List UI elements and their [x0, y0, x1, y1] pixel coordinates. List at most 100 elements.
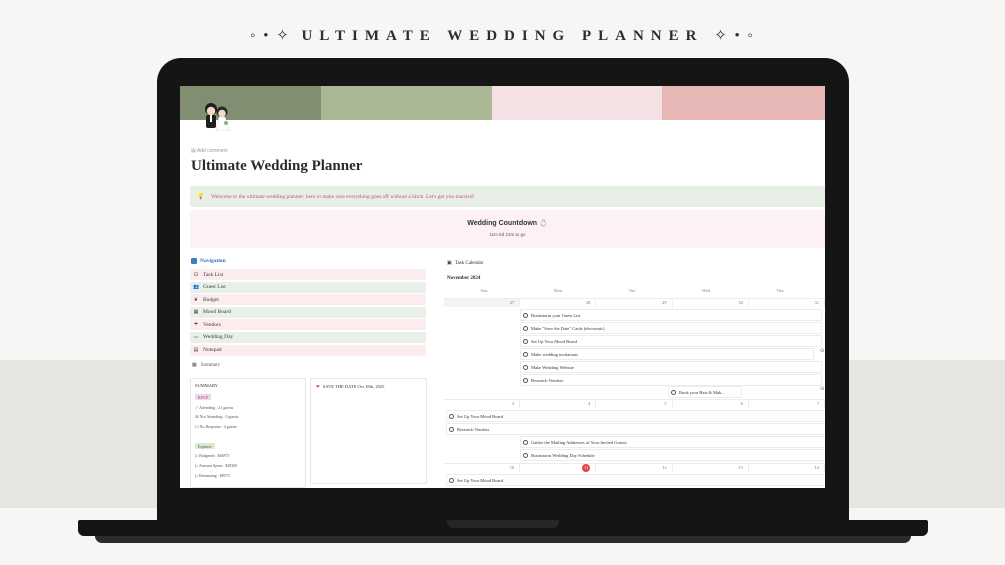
calendar-heading-label: Task Calendar: [454, 260, 484, 266]
nav-label: Mood Board: [203, 309, 231, 316]
nav-item-notepad[interactable]: ▤ Notepad: [190, 344, 426, 356]
save-the-date-text: SAVE THE DATE Oct 18th, 2025: [322, 384, 385, 389]
date-cell[interactable]: 7: [749, 400, 825, 408]
add-comment-button[interactable]: ▤ Add comment: [191, 148, 228, 154]
weekday-label: Sun: [480, 288, 488, 293]
date-cell[interactable]: 30: [673, 299, 749, 307]
calendar-event[interactable]: Gather the Mailing Addresses of Your Inv…: [520, 436, 825, 448]
cover-image: [180, 86, 825, 120]
laptop-notch: [447, 520, 559, 528]
wedding-day-icon: 〰: [193, 334, 199, 341]
summary-link-label: Summary: [200, 362, 221, 368]
nav-item-mood-board[interactable]: ▦ Mood Board: [190, 306, 426, 318]
event-dot-icon: [449, 426, 454, 432]
nav-item-task-list[interactable]: ⊡ Task List: [190, 269, 426, 280]
event-label: Make "Save the Date" Cards (electronic): [531, 325, 605, 331]
calendar-event[interactable]: Research Vendors: [446, 423, 825, 435]
bulb-icon: 💡: [197, 193, 205, 200]
event-dot-icon: [523, 351, 528, 357]
date-cell[interactable]: 14: [749, 464, 825, 472]
weekday-label: Mon: [553, 288, 563, 293]
nav-label: Budget: [203, 296, 219, 303]
event-label: Set Up Your Mood Board: [531, 338, 578, 344]
nav-label: Wedding Day: [203, 334, 234, 341]
date-cell-today[interactable]: 11: [520, 464, 597, 472]
date-cell[interactable]: 31: [749, 299, 825, 307]
event-dot-icon: [523, 312, 528, 318]
event-more-icon[interactable]: ⊙: [820, 348, 824, 354]
event-dot-icon: [523, 452, 528, 458]
attending-count: ✓ Attending : 21 guests: [195, 405, 234, 410]
nav-label: Guest List: [203, 284, 226, 291]
event-label: Make Wedding Website: [531, 364, 574, 370]
calendar-event[interactable]: Brainstorm Wedding Day Schedule: [520, 449, 825, 461]
event-dot-icon: [523, 325, 528, 331]
nav-label: Notepad: [203, 347, 222, 354]
event-label: Brainstorm your Guest List: [531, 312, 581, 318]
budgeted-amount: ▷ Budgeted : $46875: [195, 453, 230, 458]
ornament-right-icon: ✧ • ◦: [714, 28, 755, 44]
save-the-date-card[interactable]: ❤ SAVE THE DATE Oct 18th, 2025: [310, 378, 427, 484]
calendar-event[interactable]: Book your Hair & Mak...: [668, 386, 742, 398]
calendar-event[interactable]: Research Vendors: [520, 374, 822, 386]
remaining-amount: ▷ Remaining : $8575: [195, 473, 230, 478]
summary-link[interactable]: ▦ Summary: [192, 362, 221, 369]
today-marker: 11: [582, 464, 591, 472]
nav-item-wedding-day[interactable]: 〰 Wedding Day: [190, 331, 426, 343]
week-row-3: 10 11 12 13 14: [444, 463, 825, 472]
weekday-label: Thu: [776, 288, 784, 293]
event-dot-icon: [523, 338, 528, 344]
date-cell[interactable]: 12: [596, 464, 673, 472]
event-label: Make wedding invitations: [531, 351, 578, 357]
not-attending-count: ☒ Not Attending : 0 guests: [195, 414, 239, 419]
date-cell[interactable]: 3: [444, 400, 521, 408]
page-title: Ultimate Wedding Planner: [191, 158, 363, 174]
calendar-icon: ▣: [447, 261, 452, 266]
date-cell[interactable]: 4: [520, 400, 597, 408]
nav-item-guest-list[interactable]: 👥 Guest List: [190, 281, 426, 293]
mood-board-icon: ▦: [193, 309, 199, 316]
notepad-icon: ▤: [193, 347, 199, 354]
calendar-event[interactable]: Make Wedding Website: [520, 361, 822, 373]
save-the-date: ❤ SAVE THE DATE Oct 18th, 2025: [316, 384, 384, 390]
welcome-callout: 💡 Welcome to the ultimate wedding planne…: [190, 186, 825, 207]
ornament-left-icon: ◦ • ✧: [250, 28, 291, 44]
date-cell[interactable]: 5: [596, 400, 673, 408]
budget-icon: ❦: [193, 296, 199, 303]
event-dot-icon: [449, 477, 454, 483]
date-cell[interactable]: 10: [444, 464, 521, 472]
event-dot-icon: [523, 439, 528, 445]
event-label: Gather the Mailing Addresses of Your Inv…: [531, 439, 627, 445]
calendar-event[interactable]: Set Up Your Mood Board: [446, 474, 825, 486]
week-row-2: 3 4 5 6 7: [444, 399, 825, 408]
date-cell[interactable]: 6: [673, 400, 749, 408]
laptop-foot: [95, 536, 911, 543]
nav-item-budget[interactable]: ❦ Budget: [190, 294, 426, 306]
calendar-event[interactable]: Make "Save the Date" Cards (electronic): [520, 322, 822, 334]
date-cell[interactable]: 13: [673, 464, 749, 472]
event-label: Set Up Your Mood Board: [457, 413, 504, 419]
calendar-event[interactable]: Brainstorm your Guest List: [520, 309, 822, 321]
calendar-event[interactable]: Set Up Your Mood Board: [520, 335, 822, 347]
navigation-list: ⊡ Task List 👥 Guest List ❦ Budget ▦ Mood Boa…: [190, 269, 426, 357]
date-cell[interactable]: 27: [444, 299, 521, 307]
date-cell[interactable]: 28: [520, 299, 597, 307]
nav-label: Task List: [203, 271, 224, 278]
event-label: Research Vendors: [457, 426, 490, 432]
nav-item-vendors[interactable]: ☂ Vendors: [190, 319, 426, 331]
add-comment-label: Add comment: [196, 148, 228, 154]
date-cell[interactable]: 29: [596, 299, 673, 307]
rsvp-tag: RSVP: [195, 394, 212, 400]
calendar-event[interactable]: Set Up Your Mood Board: [446, 410, 825, 422]
countdown-value: 11m 5d 21m to go: [489, 232, 526, 237]
event-label: Research Vendors: [531, 377, 564, 383]
guests-icon: 👥: [193, 284, 200, 291]
event-more-icon[interactable]: ⊙: [820, 386, 824, 392]
event-label: Book your Hair & Mak...: [679, 389, 725, 395]
summary-title: SUMMARY: [195, 383, 219, 388]
event-label: Set Up Your Mood Board: [457, 477, 504, 483]
summary-card[interactable]: SUMMARY RSVP ✓ Attending : 21 guests ☒ N…: [190, 378, 306, 488]
hero-title-text: ULTIMATE WEDDING PLANNER: [301, 28, 704, 44]
calendar-event[interactable]: Make wedding invitations: [520, 348, 814, 360]
event-label: Brainstorm Wedding Day Schedule: [531, 452, 595, 458]
